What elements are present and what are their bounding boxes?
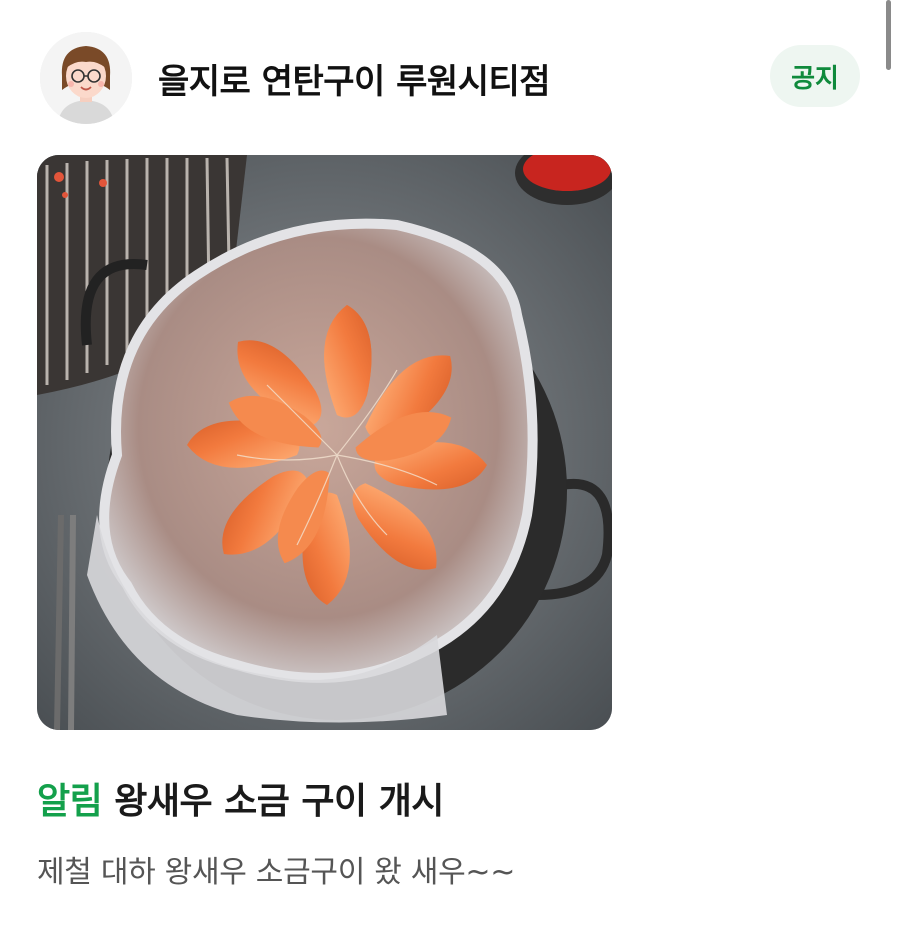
post-title[interactable]: 알림 왕새우 소금 구이 개시 — [37, 772, 444, 824]
post-title-text: 왕새우 소금 구이 개시 — [114, 781, 444, 822]
store-name[interactable]: 을지로 연탄구이 루원시티점 — [158, 54, 551, 103]
post-body: 제철 대하 왕새우 소금구이 왔 새우~~ — [37, 855, 516, 890]
avatar-illustration-icon — [40, 32, 132, 124]
store-avatar[interactable] — [40, 32, 132, 124]
scrollbar[interactable] — [886, 0, 891, 70]
store-header: 을지로 연탄구이 루원시티점 공지 — [40, 32, 860, 124]
notice-badge[interactable]: 공지 — [770, 45, 860, 107]
post-photo[interactable] — [37, 155, 612, 730]
notice-post-screen: 을지로 연탄구이 루원시티점 공지 알림 왕새우 소금 구이 개시 제철 대하 … — [0, 0, 897, 925]
post-tag: 알림 — [37, 781, 103, 822]
grilled-shrimp-photo — [37, 155, 612, 730]
